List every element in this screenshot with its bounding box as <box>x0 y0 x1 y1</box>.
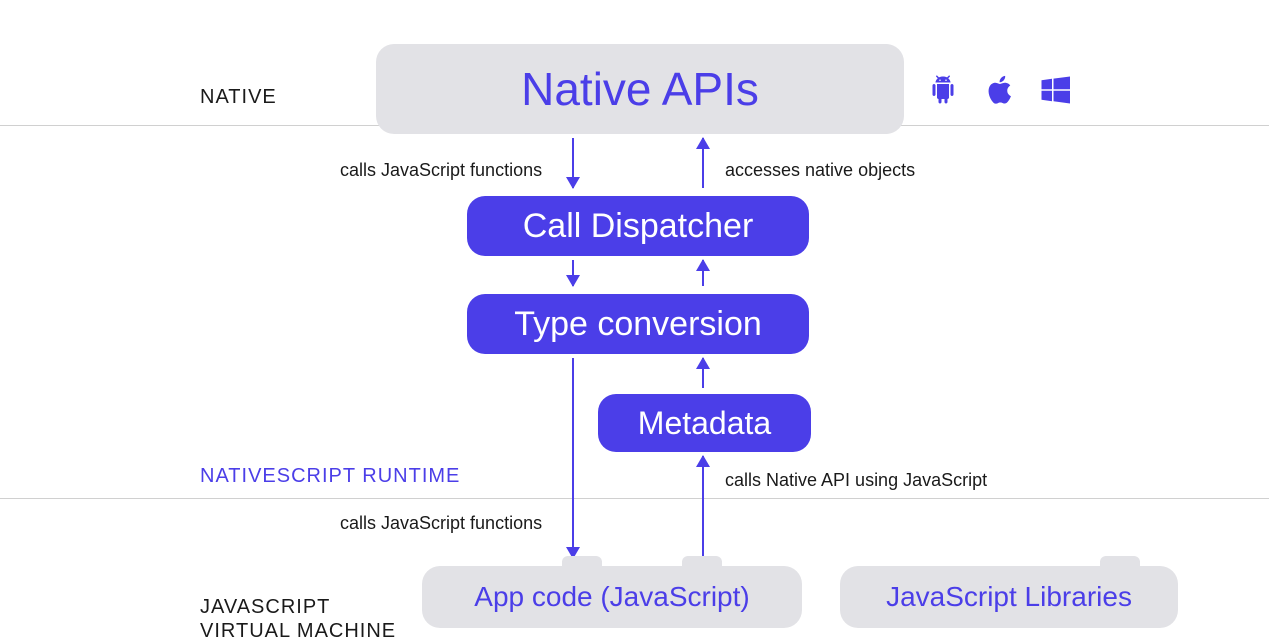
jsvm-line1: JAVASCRIPT <box>200 596 330 618</box>
app-code-tab-right <box>682 556 722 574</box>
windows-icon <box>1037 70 1073 115</box>
metadata-label: Metadata <box>638 405 771 442</box>
apple-icon <box>981 70 1017 115</box>
app-code-tab-left <box>562 556 602 574</box>
section-native-label: NATIVE <box>200 86 277 109</box>
arrow-metadata-to-type-up <box>702 358 704 388</box>
js-libraries-tab <box>1100 556 1140 574</box>
js-libraries-label: JavaScript Libraries <box>886 581 1132 613</box>
arrow-dispatcher-to-native-up <box>702 138 704 188</box>
type-conversion-label: Type conversion <box>514 305 762 344</box>
arrow-appcode-to-metadata-up <box>702 456 704 558</box>
jsvm-line2: VIRTUAL MACHINE <box>200 620 396 642</box>
arrow-type-to-appcode-down <box>572 358 574 558</box>
arrow-type-to-dispatcher-up <box>702 260 704 286</box>
android-icon <box>925 70 961 115</box>
caption-calls-native-api: calls Native API using JavaScript <box>725 470 987 491</box>
app-code-label: App code (JavaScript) <box>474 581 749 613</box>
js-libraries-box: JavaScript Libraries <box>840 566 1178 628</box>
caption-accesses-native: accesses native objects <box>725 160 915 181</box>
arrow-dispatcher-to-type-down <box>572 260 574 286</box>
arrow-native-to-dispatcher-down <box>572 138 574 188</box>
call-dispatcher-label: Call Dispatcher <box>523 207 754 246</box>
section-runtime-label: NATIVESCRIPT RUNTIME <box>200 465 460 488</box>
caption-calls-js-bottom: calls JavaScript functions <box>340 513 542 534</box>
divider-runtime <box>0 498 1269 499</box>
platform-icons <box>925 70 1073 115</box>
app-code-box: App code (JavaScript) <box>422 566 802 628</box>
metadata-box: Metadata <box>598 394 811 452</box>
call-dispatcher-box: Call Dispatcher <box>467 196 809 256</box>
native-apis-label: Native APIs <box>521 62 759 116</box>
native-apis-box: Native APIs <box>376 44 904 134</box>
caption-calls-js-top: calls JavaScript functions <box>340 160 542 181</box>
type-conversion-box: Type conversion <box>467 294 809 354</box>
